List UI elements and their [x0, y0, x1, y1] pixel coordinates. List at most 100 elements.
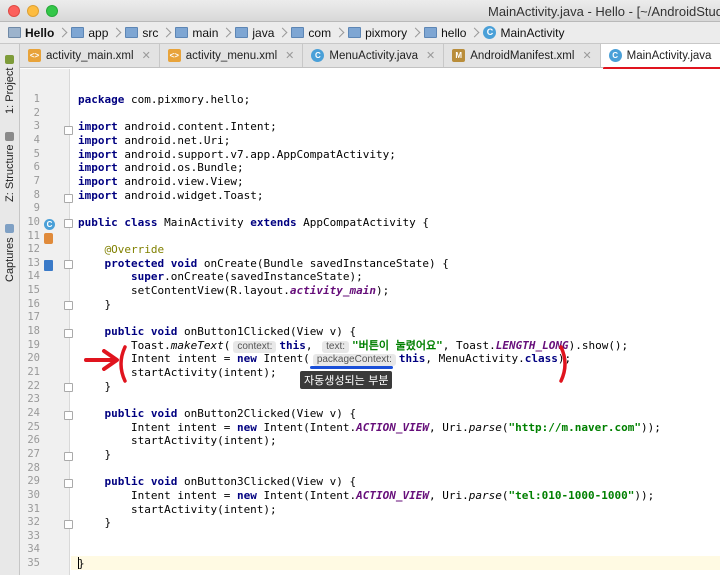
code-text[interactable]: Intent intent = new Intent(packageContex… [78, 352, 571, 367]
close-tab-icon[interactable]: ✕ [285, 49, 294, 62]
code-text[interactable]: public class MainActivity extends AppCom… [78, 216, 429, 230]
code-line[interactable]: 4 import android.net.Uri; [20, 134, 720, 148]
code-line[interactable]: 10 public class MainActivity extends AppC… [20, 216, 720, 230]
code-text[interactable]: startActivity(intent); [78, 434, 277, 448]
code-text[interactable]: public void onButton1Clicked(View v) { [78, 325, 357, 339]
fold-marker[interactable] [64, 260, 73, 269]
breadcrumb-item-src[interactable]: src [125, 26, 158, 40]
line-number: 4 [33, 133, 40, 146]
code-text[interactable]: public void onButton3Clicked(View v) { [78, 475, 357, 489]
breadcrumb-item-hello-package[interactable]: hello [424, 26, 466, 40]
code-line[interactable]: 28 [20, 462, 720, 476]
code-text[interactable]: import android.support.v7.app.AppCompatA… [78, 148, 396, 162]
code-line[interactable]: 23 [20, 393, 720, 407]
code-text[interactable]: public void onButton2Clicked(View v) { [78, 407, 357, 421]
code-line[interactable]: 3 import android.content.Intent; [20, 120, 720, 134]
code-line[interactable]: 14 super.onCreate(savedInstanceState); [20, 270, 720, 284]
code-text[interactable]: import android.view.View; [78, 175, 244, 189]
code-line[interactable]: 31 startActivity(intent); [20, 503, 720, 517]
close-window-button[interactable] [8, 5, 20, 17]
fold-marker[interactable] [64, 194, 73, 203]
code-line[interactable]: 18 public void onButton1Clicked(View v) … [20, 325, 720, 339]
parameter-hint-underline [310, 366, 393, 369]
code-text[interactable]: import android.os.Bundle; [78, 161, 244, 175]
line-number: 16 [27, 297, 40, 310]
code-line[interactable]: 6 import android.os.Bundle; [20, 161, 720, 175]
override-icon[interactable] [44, 260, 53, 271]
fold-marker[interactable] [64, 383, 73, 392]
tab-activity-menu-xml[interactable]: <> activity_menu.xml ✕ [160, 44, 304, 67]
breadcrumb-item-pixmory[interactable]: pixmory [348, 26, 407, 40]
code-line[interactable]: 27 } [20, 448, 720, 462]
code-line[interactable]: 33 [20, 530, 720, 544]
breadcrumb-item-hello[interactable]: Hello [8, 26, 54, 40]
code-text[interactable]: import android.widget.Toast; [78, 189, 263, 203]
code-line[interactable]: 7 import android.view.View; [20, 175, 720, 189]
close-tab-icon[interactable]: ✕ [426, 49, 435, 62]
code-line[interactable]: 9 [20, 202, 720, 216]
code-line[interactable]: 5 import android.support.v7.app.AppCompat… [20, 148, 720, 162]
code-line[interactable]: 35} [20, 557, 720, 571]
line-number: 34 [27, 543, 40, 556]
code-line[interactable]: 34 [20, 543, 720, 557]
code-text[interactable]: import android.content.Intent; [78, 120, 277, 134]
close-tab-icon[interactable]: ✕ [142, 49, 151, 62]
code-text[interactable]: Intent intent = new Intent(Intent.ACTION… [78, 421, 661, 435]
fold-marker[interactable] [64, 411, 73, 420]
fold-marker[interactable] [64, 329, 73, 338]
code-line[interactable]: 8 import android.widget.Toast; [20, 189, 720, 203]
fold-marker[interactable] [64, 452, 73, 461]
code-text[interactable]: package com.pixmory.hello; [78, 93, 250, 107]
tab-activity-main-xml[interactable]: <> activity_main.xml ✕ [20, 44, 160, 67]
code-text[interactable]: } [78, 298, 111, 312]
fold-marker[interactable] [64, 301, 73, 310]
tool-window-structure[interactable]: Z: Structure [2, 130, 18, 202]
code-line[interactable]: 30 Intent intent = new Intent(Intent.ACT… [20, 489, 720, 503]
code-line[interactable]: 15 setContentView(R.layout.activity_main… [20, 284, 720, 298]
breadcrumb-item-main[interactable]: main [175, 26, 218, 40]
code-text[interactable]: super.onCreate(savedInstanceState); [78, 270, 363, 284]
code-line[interactable]: 17 [20, 311, 720, 325]
close-tab-icon[interactable]: ✕ [582, 49, 591, 62]
code-line[interactable]: 29 public void onButton3Clicked(View v) … [20, 475, 720, 489]
breadcrumb-item-app[interactable]: app [71, 26, 108, 40]
code-text[interactable]: Intent intent = new Intent(Intent.ACTION… [78, 489, 654, 503]
code-text[interactable]: @Override [78, 243, 165, 257]
code-line[interactable]: 32 } [20, 516, 720, 530]
tab-mainactivity-java[interactable]: C MainActivity.java ✕ [600, 44, 720, 70]
code-text[interactable]: } [78, 380, 111, 394]
code-line[interactable]: 26 startActivity(intent); [20, 434, 720, 448]
code-text[interactable]: } [78, 448, 111, 462]
code-text[interactable]: } [78, 516, 111, 530]
code-line[interactable]: 13 protected void onCreate(Bundle savedI… [20, 257, 720, 271]
code-text[interactable]: import android.net.Uri; [78, 134, 230, 148]
breadcrumb-item-mainactivity[interactable]: C MainActivity [483, 26, 564, 40]
code-text[interactable]: startActivity(intent); [78, 503, 277, 517]
fold-marker[interactable] [64, 479, 73, 488]
code-text[interactable]: protected void onCreate(Bundle savedInst… [78, 257, 449, 271]
code-text[interactable]: setContentView(R.layout.activity_main); [78, 284, 389, 298]
tool-window-captures[interactable]: Captures [2, 220, 18, 282]
line-number: 22 [27, 379, 40, 392]
code-line[interactable]: 1 package com.pixmory.hello; [20, 93, 720, 107]
breadcrumb-item-com[interactable]: com [291, 26, 331, 40]
tool-window-project[interactable]: 1: Project [2, 52, 18, 114]
tab-androidmanifest-xml[interactable]: M AndroidManifest.xml ✕ [444, 44, 601, 67]
maximize-window-button[interactable] [46, 5, 58, 17]
fold-marker[interactable] [64, 520, 73, 529]
code-editor[interactable]: 1 package com.pixmory.hello; 2 3 import andr… [20, 69, 720, 575]
line-number: 32 [27, 516, 40, 529]
fold-marker[interactable] [64, 219, 73, 228]
code-line[interactable]: 24 public void onButton2Clicked(View v) … [20, 407, 720, 421]
code-text[interactable]: Toast.makeText(context: this, text: "버튼이 눌… [78, 339, 628, 353]
breadcrumb-item-java[interactable]: java [235, 26, 274, 40]
line-number: 20 [27, 352, 40, 365]
minimize-window-button[interactable] [27, 5, 39, 17]
code-line[interactable]: 25 Intent intent = new Intent(Intent.ACT… [20, 421, 720, 435]
code-line[interactable]: 12 @Override [20, 243, 720, 257]
code-line[interactable]: 11 [20, 230, 720, 244]
code-line[interactable]: 2 [20, 107, 720, 121]
code-line[interactable]: 16 } [20, 298, 720, 312]
tab-menuactivity-java[interactable]: C MenuActivity.java ✕ [303, 44, 445, 67]
fold-marker[interactable] [64, 126, 73, 135]
